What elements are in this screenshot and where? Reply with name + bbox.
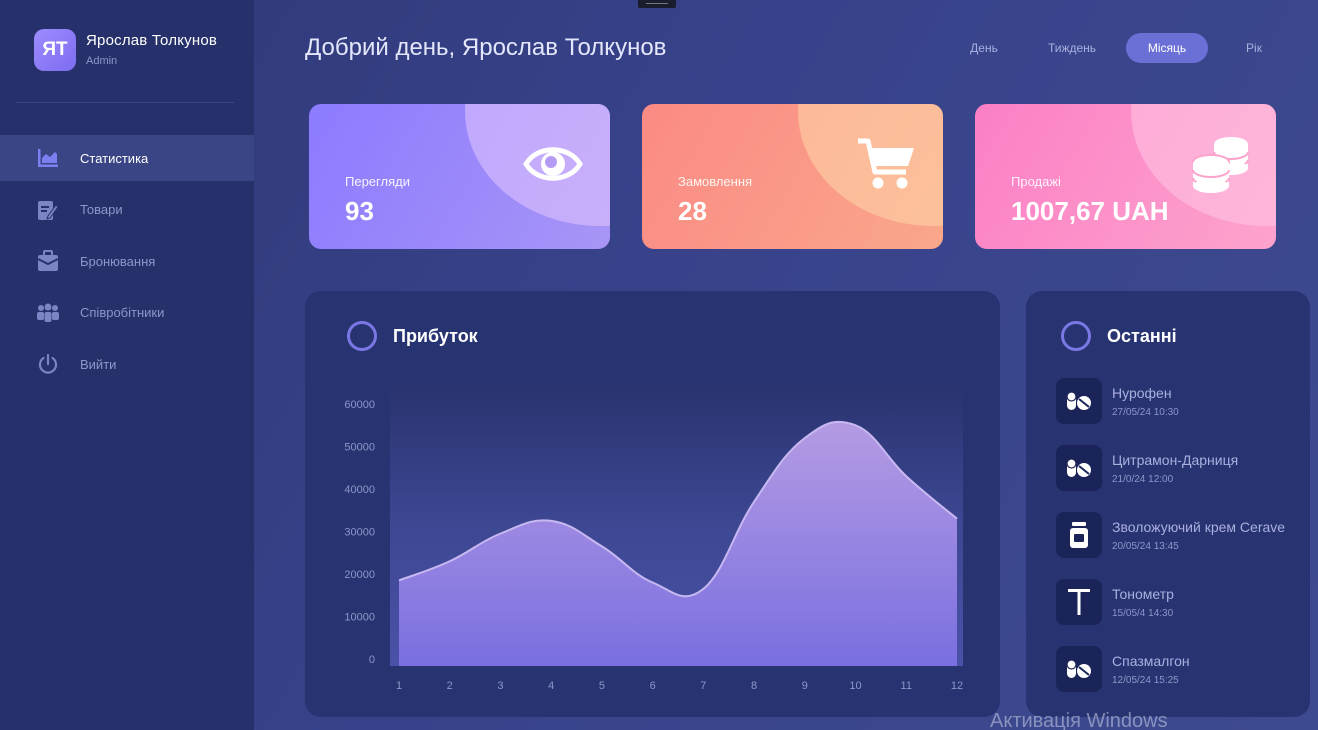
power-icon bbox=[36, 352, 60, 376]
recent-item-name: Спазмалгон bbox=[1112, 652, 1190, 669]
views-card[interactable]: Перегляди 93 bbox=[309, 104, 610, 249]
recent-item[interactable]: Зволожуючий крем Cerave 20/05/24 13:45 bbox=[1056, 512, 1285, 558]
booking-icon bbox=[36, 249, 60, 273]
sidebar-item-label: Вийти bbox=[80, 356, 117, 372]
recent-title: Останні bbox=[1107, 325, 1177, 346]
recent-item-date: 27/05/24 10:30 bbox=[1112, 406, 1179, 418]
x-tick-label: 4 bbox=[548, 680, 554, 692]
y-tick-label: 50000 bbox=[344, 442, 375, 454]
chart-icon bbox=[36, 146, 60, 170]
x-tick-label: 2 bbox=[447, 680, 453, 692]
recent-item[interactable]: Цитрамон-Дарниця 21/0/24 12:00 bbox=[1056, 445, 1238, 491]
cart-icon bbox=[856, 136, 916, 197]
x-tick-label: 11 bbox=[901, 680, 912, 692]
y-tick-label: 10000 bbox=[344, 612, 375, 624]
recent-ring-icon bbox=[1061, 321, 1091, 351]
window-handle bbox=[638, 0, 676, 8]
avatar: ЯТ bbox=[34, 29, 76, 71]
profit-panel: Прибуток 60000 50000 40000 30000 20000 10000 0… bbox=[305, 291, 1000, 717]
recent-item-date: 20/05/24 13:45 bbox=[1112, 540, 1179, 552]
x-tick-label: 10 bbox=[849, 680, 861, 692]
eye-icon bbox=[523, 139, 583, 194]
x-tick-label: 1 bbox=[396, 680, 402, 692]
sidebar-item-label: Статистика bbox=[80, 150, 149, 166]
pills-icon bbox=[1056, 378, 1102, 424]
sidebar-divider bbox=[16, 102, 234, 103]
y-tick-label: 0 bbox=[369, 654, 375, 666]
jar-icon bbox=[1056, 512, 1102, 558]
views-label: Перегляди bbox=[345, 174, 410, 189]
recent-item-date: 15/05/4 14:30 bbox=[1112, 607, 1174, 619]
recent-item-date: 12/05/24 15:25 bbox=[1112, 674, 1179, 686]
recent-item-name: Цитрамон-Дарниця bbox=[1112, 451, 1239, 468]
sidebar-nav: Статистика Товари Бронювання Співробітни… bbox=[0, 135, 254, 393]
sidebar-item-products[interactable]: Товари bbox=[0, 187, 254, 233]
sidebar-item-booking[interactable]: Бронювання bbox=[0, 238, 254, 284]
x-tick-label: 9 bbox=[802, 680, 808, 692]
orders-label: Замовлення bbox=[678, 174, 753, 189]
recent-item-date: 21/0/24 12:00 bbox=[1112, 473, 1174, 485]
x-tick-label: 3 bbox=[497, 680, 503, 692]
sales-card[interactable]: Продажі 1007,67 UAH bbox=[975, 104, 1276, 249]
recent-item-name: Зволожуючий крем Cerave bbox=[1112, 518, 1286, 535]
sidebar-item-label: Товари bbox=[80, 202, 123, 218]
recent-item-name: Тонометр bbox=[1112, 585, 1174, 602]
user-profile[interactable]: ЯТ Ярослав Толкунов Admin bbox=[34, 29, 217, 71]
x-tick-label: 8 bbox=[751, 680, 757, 692]
sidebar-item-label: Співробітники bbox=[80, 305, 165, 321]
coins-icon bbox=[1189, 134, 1251, 199]
products-icon bbox=[36, 198, 60, 222]
user-role: Admin bbox=[86, 55, 118, 67]
x-tick-label: 6 bbox=[650, 680, 656, 692]
sidebar-item-statistics[interactable]: Статистика bbox=[0, 135, 254, 181]
y-tick-label: 40000 bbox=[344, 484, 375, 496]
sales-value: 1007,67 UAH bbox=[1011, 196, 1169, 226]
sales-label: Продажі bbox=[1011, 174, 1061, 189]
letter-t-icon bbox=[1056, 579, 1102, 625]
sidebar: ЯТ Ярослав Толкунов Admin Статистика Тов… bbox=[0, 0, 254, 730]
recent-item[interactable]: Нурофен 27/05/24 10:30 bbox=[1056, 378, 1179, 424]
profit-chart: 60000500004000030000200001000001 2 3 4 5 6 7 8 9… bbox=[344, 386, 963, 692]
y-tick-label: 20000 bbox=[344, 569, 375, 581]
tab-month[interactable]: Місяць bbox=[1126, 33, 1208, 63]
x-tick-label: 7 bbox=[700, 680, 706, 692]
x-tick-label: 12 bbox=[951, 680, 963, 692]
tab-year[interactable]: Рік bbox=[1208, 33, 1300, 63]
user-name: Ярослав Толкунов bbox=[86, 32, 218, 49]
orders-card[interactable]: Замовлення 28 bbox=[642, 104, 943, 249]
tab-day[interactable]: День bbox=[950, 33, 1018, 63]
sidebar-item-logout[interactable]: Вийти bbox=[0, 341, 254, 387]
recent-item-name: Нурофен bbox=[1112, 384, 1172, 401]
pills-icon bbox=[1056, 646, 1102, 692]
page-title: Добрий день, Ярослав Толкунов bbox=[305, 34, 667, 61]
period-tabs: День Тиждень Місяць Рік bbox=[950, 33, 1300, 63]
y-tick-label: 60000 bbox=[344, 399, 375, 411]
y-tick-label: 30000 bbox=[344, 527, 375, 539]
tab-week[interactable]: Тиждень bbox=[1018, 33, 1126, 63]
staff-icon bbox=[36, 301, 60, 325]
windows-activation-watermark: Активація Windows bbox=[990, 710, 1168, 730]
x-tick-label: 5 bbox=[599, 680, 605, 692]
views-value: 93 bbox=[345, 196, 374, 226]
recent-panel: Останні Нурофен 27/05/24 10:30 Цитрамон-… bbox=[1026, 291, 1310, 717]
pills-icon bbox=[1056, 445, 1102, 491]
recent-item[interactable]: Спазмалгон 12/05/24 15:25 bbox=[1056, 646, 1190, 692]
recent-item[interactable]: Тонометр 15/05/4 14:30 bbox=[1056, 579, 1174, 625]
sidebar-item-label: Бронювання bbox=[80, 253, 156, 269]
orders-value: 28 bbox=[678, 196, 707, 226]
sidebar-item-staff[interactable]: Співробітники bbox=[0, 290, 254, 336]
